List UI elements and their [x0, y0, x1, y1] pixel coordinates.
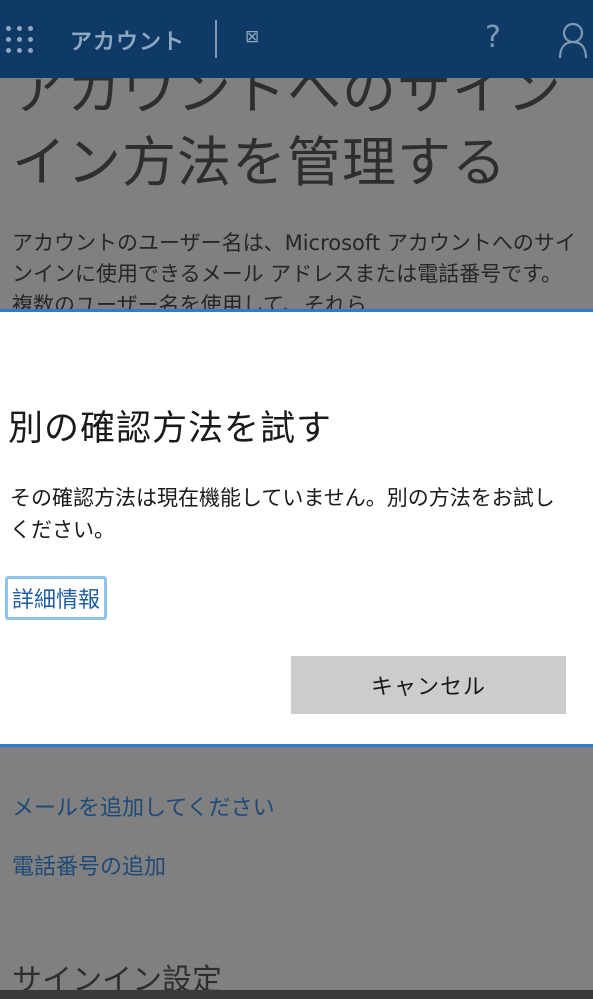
brand-title[interactable]: アカウント	[70, 24, 185, 56]
more-info-link[interactable]: 詳細情報	[5, 576, 108, 620]
dialog-title: 別の確認方法を試す	[8, 409, 333, 449]
top-app-bar: アカウント ⊠ ?	[0, 0, 593, 78]
header-divider	[215, 20, 217, 58]
cancel-button[interactable]: キャンセル	[291, 656, 566, 714]
add-email-link[interactable]: メールを追加してください	[12, 790, 275, 822]
verification-dialog: 別の確認方法を試す その確認方法は現在機能していません。別の方法をお試しください…	[0, 309, 593, 747]
bottom-strip	[0, 990, 593, 999]
account-icon[interactable]	[558, 22, 588, 60]
help-icon[interactable]: ?	[485, 20, 501, 55]
dialog-body: その確認方法は現在機能していません。別の方法をお試しください。	[10, 486, 555, 542]
add-phone-link[interactable]: 電話番号の追加	[12, 849, 166, 881]
page: アカウントへのサインイン方法を管理する アカウントのユーザー名は、Microso…	[0, 0, 593, 999]
broken-image-icon: ⊠	[245, 27, 260, 47]
background-paragraph: アカウントのユーザー名は、Microsoft アカウントへのサインインに使用でき…	[12, 231, 576, 317]
waffle-menu-icon[interactable]	[6, 26, 38, 54]
